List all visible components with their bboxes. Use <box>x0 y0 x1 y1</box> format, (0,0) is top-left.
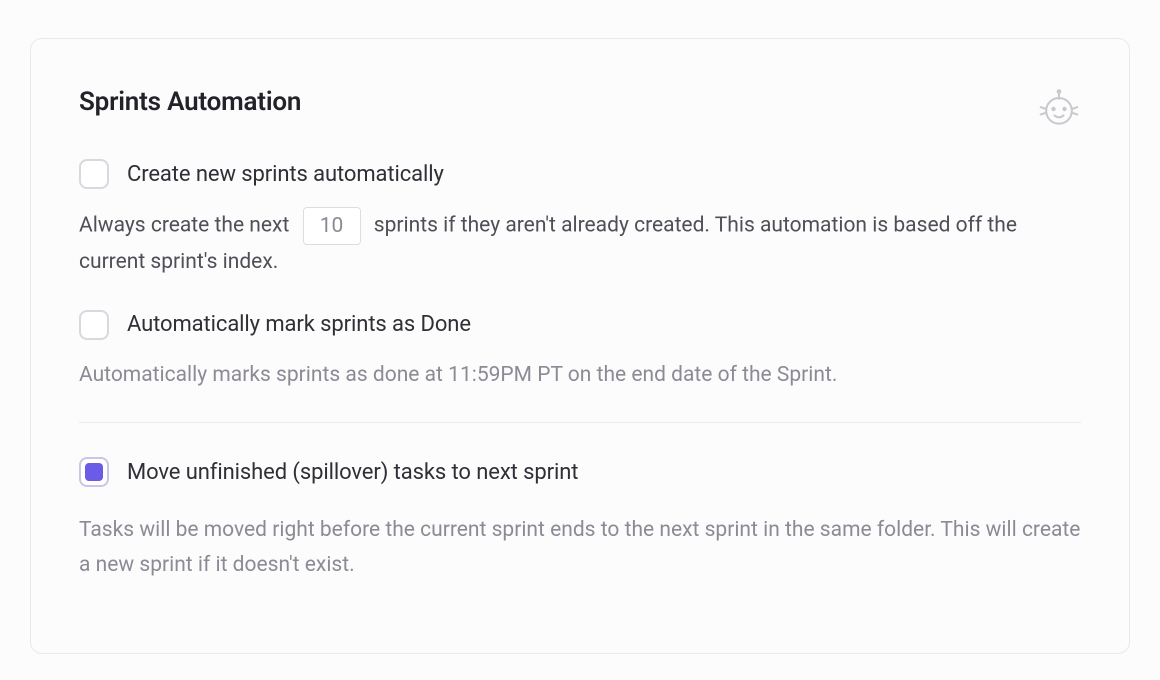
desc-create-auto-before: Always create the next <box>79 214 289 238</box>
panel-header: Sprints Automation <box>79 87 1081 131</box>
desc-mark-done: Automatically marks sprints as done at 1… <box>79 358 1081 393</box>
label-mark-done: Automatically mark sprints as Done <box>127 312 471 337</box>
checkbox-create-auto[interactable] <box>79 159 109 189</box>
sprints-automation-panel: Sprints Automation Create new sprints au… <box>30 38 1130 654</box>
sprint-count-input[interactable] <box>303 207 361 245</box>
label-create-auto: Create new sprints automatically <box>127 162 444 187</box>
robot-icon <box>1037 87 1081 131</box>
checkbox-spillover[interactable] <box>79 457 109 487</box>
option-spillover: Move unfinished (spillover) tasks to nex… <box>79 457 1081 487</box>
label-spillover: Move unfinished (spillover) tasks to nex… <box>127 460 578 485</box>
desc-spillover: Tasks will be moved right before the cur… <box>79 513 1081 582</box>
divider <box>79 422 1081 423</box>
desc-create-auto: Always create the next sprints if they a… <box>79 207 1081 280</box>
checkbox-mark-done[interactable] <box>79 310 109 340</box>
panel-title: Sprints Automation <box>79 87 301 117</box>
option-create-auto: Create new sprints automatically <box>79 159 1081 189</box>
option-mark-done: Automatically mark sprints as Done <box>79 310 1081 340</box>
